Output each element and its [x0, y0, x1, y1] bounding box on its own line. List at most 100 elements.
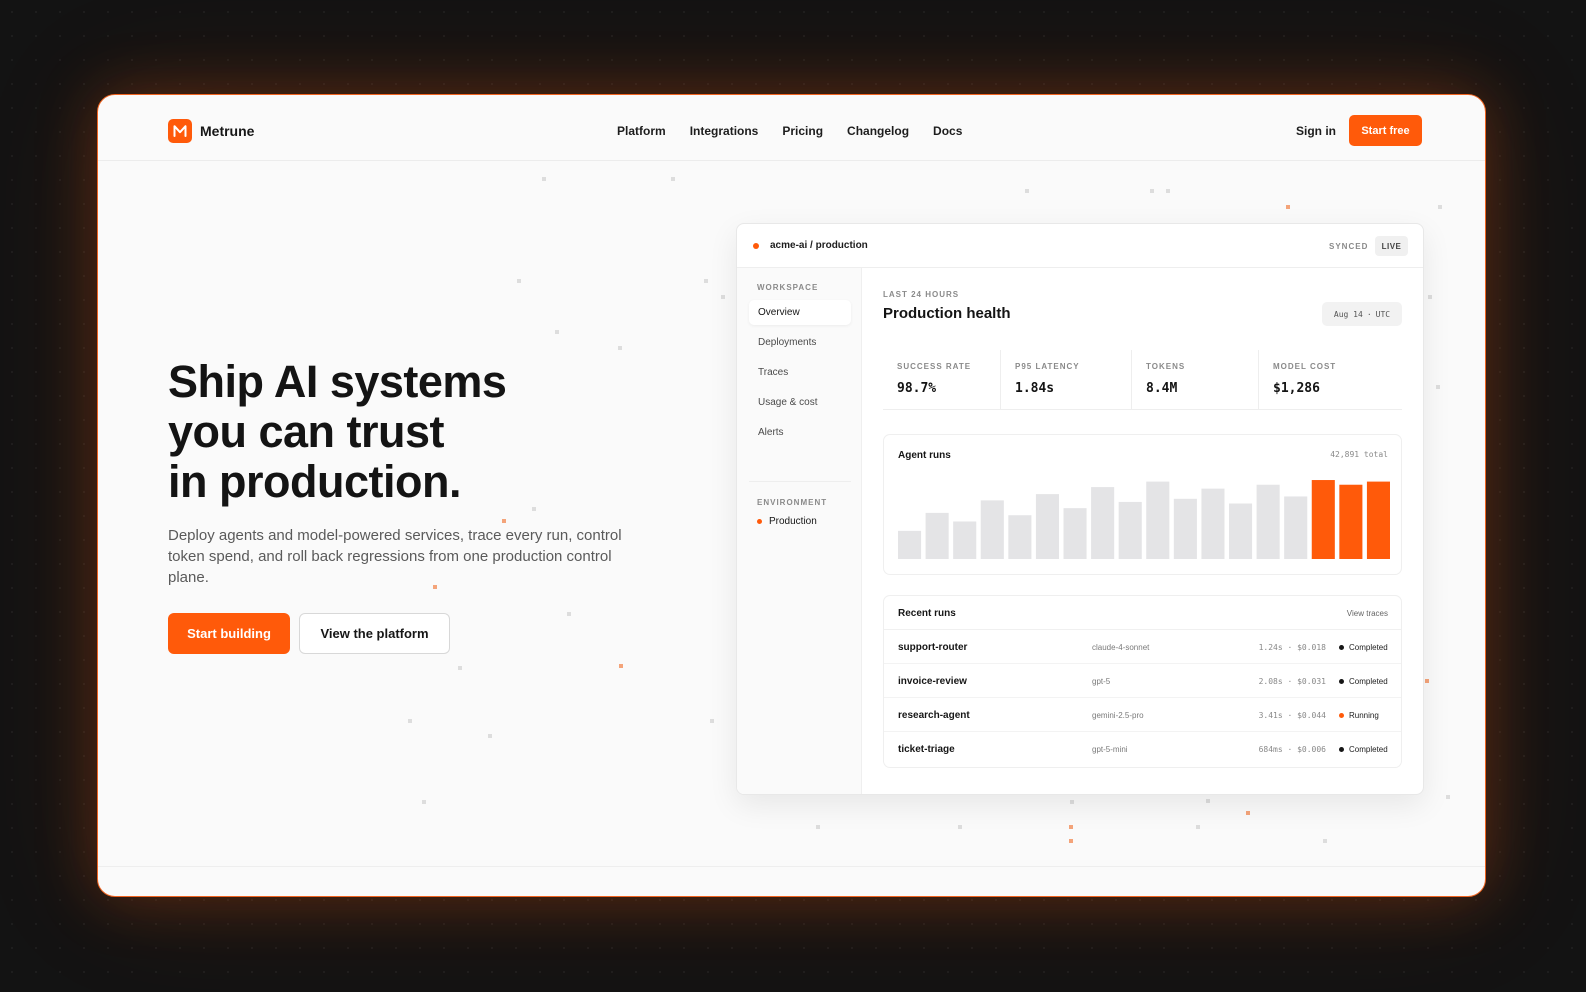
- nav-link-changelog[interactable]: Changelog: [847, 124, 909, 138]
- table-row[interactable]: invoice-review gpt-5 2.08s · $0.031 Comp…: [884, 664, 1401, 698]
- recent-runs-header: Recent runs View traces: [884, 596, 1401, 630]
- metrics-row: SUCCESS RATE 98.7% P95 LATENCY 1.84s TOK…: [883, 350, 1402, 410]
- background-particle: [1286, 205, 1290, 209]
- sign-in-link[interactable]: Sign in: [1296, 124, 1336, 138]
- nav-link-docs[interactable]: Docs: [933, 124, 962, 138]
- dashboard-main: LAST 24 HOURS Production health Aug 14 ·…: [862, 268, 1423, 794]
- run-name: ticket-triage: [898, 744, 955, 755]
- background-particle: [1069, 839, 1073, 843]
- environment-selector[interactable]: Production: [757, 516, 817, 527]
- chart-bar: [1256, 484, 1280, 559]
- background-particle: [710, 719, 714, 723]
- chart-bar: [1201, 488, 1225, 559]
- status-dot-icon: [1339, 645, 1344, 650]
- dashboard-preview: acme-ai / production SYNCED LIVE WORKSPA…: [736, 223, 1424, 795]
- date-separator: ·: [1366, 309, 1372, 319]
- hero-subtitle: Deploy agents and model-powered services…: [168, 527, 622, 586]
- run-name: research-agent: [898, 710, 970, 721]
- run-name: support-router: [898, 642, 968, 653]
- run-status-label: Running: [1349, 711, 1379, 720]
- view-traces-link[interactable]: View traces: [1347, 609, 1388, 618]
- chart-bar: [1091, 487, 1115, 559]
- live-badge: LIVE: [1375, 236, 1408, 256]
- background-particle: [1436, 385, 1440, 389]
- run-model: gpt-5-mini: [1092, 745, 1128, 754]
- metric-label: MODEL COST: [1273, 362, 1337, 371]
- background-particle: [567, 612, 571, 616]
- dashboard-header: acme-ai / production SYNCED LIVE: [737, 224, 1423, 268]
- nav-links: Platform Integrations Pricing Changelog …: [617, 124, 962, 138]
- table-row[interactable]: support-router claude-4-sonnet 1.24s · $…: [884, 630, 1401, 664]
- brand-name: Metrune: [200, 123, 255, 139]
- background-particle: [1070, 800, 1074, 804]
- run-status-label: Completed: [1349, 677, 1388, 686]
- background-particle: [958, 825, 962, 829]
- nav-link-pricing[interactable]: Pricing: [782, 124, 823, 138]
- view-platform-button[interactable]: View the platform: [299, 613, 450, 654]
- chart-bar: [1339, 484, 1363, 559]
- landing-page-frame: Metrune Platform Integrations Pricing Ch…: [97, 94, 1486, 897]
- sidebar-item-deployments[interactable]: Deployments: [749, 330, 851, 355]
- run-model: gpt-5: [1092, 677, 1111, 686]
- background-particle: [1196, 825, 1200, 829]
- run-model: claude-4-sonnet: [1092, 643, 1150, 652]
- chart-bar: [1063, 508, 1087, 559]
- sidebar-item-traces[interactable]: Traces: [749, 360, 851, 385]
- background-particle: [502, 519, 506, 523]
- background-particle: [1246, 811, 1250, 815]
- table-row[interactable]: research-agent gemini-2.5-pro 3.41s · $0…: [884, 698, 1401, 732]
- workspace-path[interactable]: acme-ai / production: [770, 240, 868, 251]
- status-dot-icon: [1339, 713, 1344, 718]
- sidebar-item-usage-cost[interactable]: Usage & cost: [749, 390, 851, 415]
- sidebar-item-alerts[interactable]: Alerts: [749, 420, 851, 445]
- environment-name: Production: [769, 516, 817, 527]
- background-particle: [542, 177, 546, 181]
- nav-link-platform[interactable]: Platform: [617, 124, 666, 138]
- background-particle: [671, 177, 675, 181]
- sidebar-item-overview[interactable]: Overview: [749, 300, 851, 325]
- run-meta: 684ms · $0.006: [1258, 745, 1326, 754]
- brand-logo[interactable]: Metrune: [168, 119, 254, 143]
- sync-status: SYNCED: [1329, 242, 1369, 251]
- metric-success-rate: SUCCESS RATE 98.7%: [883, 350, 1013, 410]
- background-particle: [1069, 825, 1073, 829]
- background-particle: [721, 295, 725, 299]
- background-particle: [1446, 795, 1450, 799]
- background-particle: [1150, 189, 1154, 193]
- background-particle: [1025, 189, 1029, 193]
- table-row[interactable]: ticket-triage gpt-5-mini 684ms · $0.006 …: [884, 732, 1401, 766]
- metric-label: SUCCESS RATE: [897, 362, 972, 371]
- run-status-label: Completed: [1349, 643, 1388, 652]
- start-free-button[interactable]: Start free: [1349, 115, 1422, 146]
- date-pill[interactable]: Aug 14 · UTC: [1322, 302, 1402, 326]
- dot-icon: [753, 243, 759, 249]
- background-particle: [488, 734, 492, 738]
- dot-icon: [757, 519, 762, 524]
- sidebar-divider: [749, 481, 851, 482]
- background-particle: [408, 719, 412, 723]
- chart-bar: [1229, 503, 1253, 559]
- run-status: Completed: [1339, 677, 1388, 686]
- top-nav: Metrune Platform Integrations Pricing Ch…: [98, 95, 1485, 161]
- chart-bar: [898, 530, 922, 559]
- background-particle: [1425, 679, 1429, 683]
- metric-value: $1,286: [1273, 381, 1320, 396]
- workspace-label: WORKSPACE: [757, 283, 819, 292]
- chart-bar: [980, 500, 1004, 559]
- section-divider: [98, 866, 1485, 867]
- run-status-label: Completed: [1349, 745, 1388, 754]
- chart-bar: [1035, 494, 1059, 559]
- start-building-button[interactable]: Start building: [168, 613, 290, 654]
- metric-value: 1.84s: [1015, 381, 1055, 396]
- background-particle: [517, 279, 521, 283]
- background-particle: [1206, 799, 1210, 803]
- chart-bar: [1146, 481, 1170, 559]
- run-meta: 3.41s · $0.044: [1258, 711, 1326, 720]
- brand-m-icon: [168, 119, 192, 143]
- background-particle: [532, 507, 536, 511]
- background-particle: [619, 664, 623, 668]
- nav-link-integrations[interactable]: Integrations: [690, 124, 759, 138]
- metric-value: 8.4M: [1146, 381, 1178, 396]
- metric-tokens: TOKENS 8.4M: [1131, 350, 1261, 410]
- background-particle: [1166, 189, 1170, 193]
